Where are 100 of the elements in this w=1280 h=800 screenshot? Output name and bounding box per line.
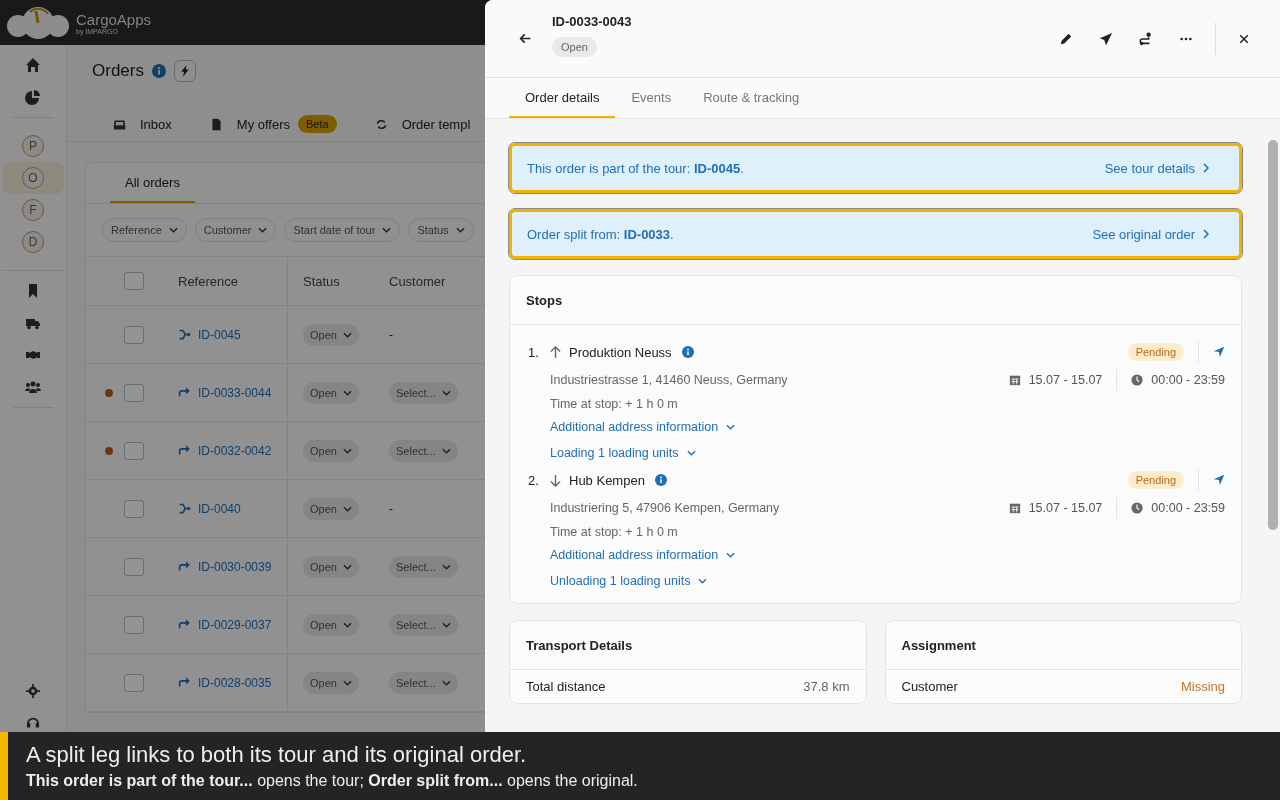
banner-link[interactable]: See original order bbox=[1092, 226, 1195, 242]
row-checkbox[interactable] bbox=[124, 557, 144, 576]
expand-link[interactable]: Loading 1 loading units bbox=[550, 446, 679, 460]
users-icon[interactable] bbox=[25, 379, 41, 395]
calendar-icon bbox=[1008, 374, 1021, 386]
dropdown-menu-button[interactable]: Open bbox=[303, 613, 359, 636]
chevron-right-icon bbox=[1203, 229, 1209, 239]
app-logo-name: CargoApps bbox=[76, 10, 152, 28]
detail-value: Missing bbox=[1180, 679, 1225, 694]
dropdown-menu-button[interactable]: Open bbox=[303, 671, 359, 694]
tray-icon bbox=[113, 117, 126, 131]
close-icon[interactable] bbox=[1238, 32, 1250, 45]
row-checkbox[interactable] bbox=[124, 673, 144, 692]
redo-arrow-icon bbox=[178, 618, 191, 631]
subnav-link[interactable]: My offers bbox=[236, 116, 291, 132]
row-checkbox[interactable] bbox=[124, 499, 144, 518]
filter-dropdown[interactable]: Start date of tour bbox=[284, 218, 401, 242]
page-title: Orders bbox=[92, 61, 144, 81]
chevron-down-icon bbox=[342, 563, 352, 570]
repeat-icon bbox=[374, 117, 388, 131]
filter-dropdown[interactable]: Reference bbox=[102, 218, 187, 242]
route-icon[interactable] bbox=[1139, 31, 1153, 46]
nav-item[interactable]: P bbox=[2, 130, 64, 162]
order-reference-link[interactable]: ID-0030-0039 bbox=[198, 559, 272, 574]
date-range: 15.07 - 15.07 bbox=[1028, 501, 1103, 515]
chevron-down-icon bbox=[686, 450, 696, 456]
list-tab[interactable]: All orders bbox=[110, 175, 195, 203]
chevron-down-icon bbox=[441, 447, 451, 454]
row-checkbox[interactable] bbox=[124, 325, 144, 344]
subnav-link[interactable]: Inbox bbox=[140, 116, 172, 132]
row-checkbox[interactable] bbox=[124, 441, 144, 460]
pencil-icon[interactable] bbox=[1059, 31, 1073, 46]
clock-icon bbox=[1131, 374, 1144, 386]
up-arrow-icon bbox=[550, 345, 561, 359]
chevron-down-icon bbox=[726, 552, 736, 558]
status-badge: Open bbox=[552, 37, 597, 57]
pie-chart-icon[interactable] bbox=[25, 89, 41, 105]
chevron-down-icon bbox=[441, 621, 451, 628]
nav-item[interactable]: D bbox=[2, 226, 64, 258]
lightning-button[interactable] bbox=[173, 60, 196, 82]
dropdown-menu-button[interactable]: Select... bbox=[389, 555, 458, 578]
redo-arrow-icon bbox=[178, 560, 191, 573]
subnav-link[interactable]: Order templ bbox=[401, 116, 471, 132]
back-arrow-icon[interactable] bbox=[519, 32, 532, 45]
expand-link[interactable]: Additional address information bbox=[550, 548, 719, 562]
expand-link[interactable]: Unloading 1 loading units bbox=[550, 574, 691, 588]
time-window: 00:00 - 23:59 bbox=[1151, 501, 1225, 515]
row-checkbox[interactable] bbox=[124, 615, 144, 634]
dropdown-menu-button[interactable]: Select... bbox=[389, 671, 458, 694]
info-icon[interactable] bbox=[681, 346, 694, 358]
dropdown-menu-button[interactable]: Select... bbox=[389, 613, 458, 636]
order-reference-link[interactable]: ID-0029-0037 bbox=[198, 617, 272, 632]
time-at-stop: Time at stop: + 1 h 0 m bbox=[549, 525, 679, 539]
order-reference-link[interactable]: ID-0033-0044 bbox=[198, 385, 272, 400]
dropdown-menu-button[interactable]: Open bbox=[303, 555, 359, 578]
redo-arrow-icon bbox=[178, 444, 191, 457]
filter-dropdown[interactable]: Customer bbox=[194, 218, 277, 242]
dropdown-menu-button[interactable]: Select... bbox=[389, 439, 458, 462]
select-all-checkbox[interactable] bbox=[124, 272, 144, 290]
headset-icon[interactable] bbox=[26, 716, 40, 730]
order-reference-link[interactable]: ID-0028-0035 bbox=[198, 675, 272, 690]
document-icon bbox=[209, 117, 223, 131]
dropdown-menu-button[interactable]: Open bbox=[303, 497, 359, 520]
info-icon[interactable] bbox=[654, 474, 667, 486]
paper-plane-icon[interactable] bbox=[1099, 31, 1113, 46]
date-range: 15.07 - 15.07 bbox=[1028, 373, 1103, 387]
stop-name: Hub Kempen bbox=[569, 472, 645, 488]
dropdown-menu-button[interactable]: Open bbox=[303, 439, 359, 462]
drawer-tab[interactable]: Route & tracking bbox=[687, 90, 816, 118]
chevron-down-icon bbox=[168, 227, 178, 233]
drawer-tab[interactable]: Events bbox=[615, 90, 688, 118]
dropdown-menu-button[interactable]: Open bbox=[303, 381, 359, 404]
expand-link[interactable]: Additional address information bbox=[550, 420, 719, 434]
filter-dropdown[interactable]: Status bbox=[408, 218, 474, 242]
house-icon[interactable] bbox=[25, 57, 41, 73]
chevron-down-icon bbox=[441, 679, 451, 686]
time-window: 00:00 - 23:59 bbox=[1151, 373, 1225, 387]
selected-nav-item[interactable]: O bbox=[2, 162, 64, 194]
info-icon[interactable] bbox=[151, 64, 166, 78]
nav-item[interactable]: F bbox=[2, 194, 64, 226]
calendar-icon bbox=[1008, 502, 1021, 514]
navigation-arrow-icon[interactable] bbox=[1213, 474, 1225, 486]
navigation-arrow-icon[interactable] bbox=[1213, 346, 1225, 358]
drawer-tab[interactable]: Order details bbox=[509, 90, 616, 118]
caption-text: This order is part of the tour... opens the tour; Order split from... opens the original. bbox=[26, 771, 639, 791]
dropdown-menu-button[interactable]: Select... bbox=[389, 381, 458, 404]
card-title: Transport Details bbox=[510, 621, 866, 670]
row-checkbox[interactable] bbox=[124, 383, 144, 402]
stop-address: Industriering 5, 47906 Kempen, Germany bbox=[550, 501, 780, 515]
gauge-logo-icon bbox=[6, 5, 70, 40]
chevron-right-icon bbox=[1203, 163, 1209, 173]
banner-text: This order is part of the tour: ID-0045. bbox=[527, 160, 745, 176]
redo-arrow-icon bbox=[178, 386, 191, 399]
dropdown-menu-button[interactable]: Open bbox=[303, 323, 359, 346]
caption-title: A split leg links to both its tour and its original order. bbox=[26, 741, 528, 769]
order-reference-link[interactable]: ID-0032-0042 bbox=[198, 443, 272, 458]
banner-link[interactable]: See tour details bbox=[1104, 160, 1195, 176]
order-reference-link[interactable]: ID-0045 bbox=[198, 327, 241, 342]
chevron-down-icon bbox=[441, 389, 451, 396]
order-reference-link[interactable]: ID-0040 bbox=[198, 501, 241, 516]
